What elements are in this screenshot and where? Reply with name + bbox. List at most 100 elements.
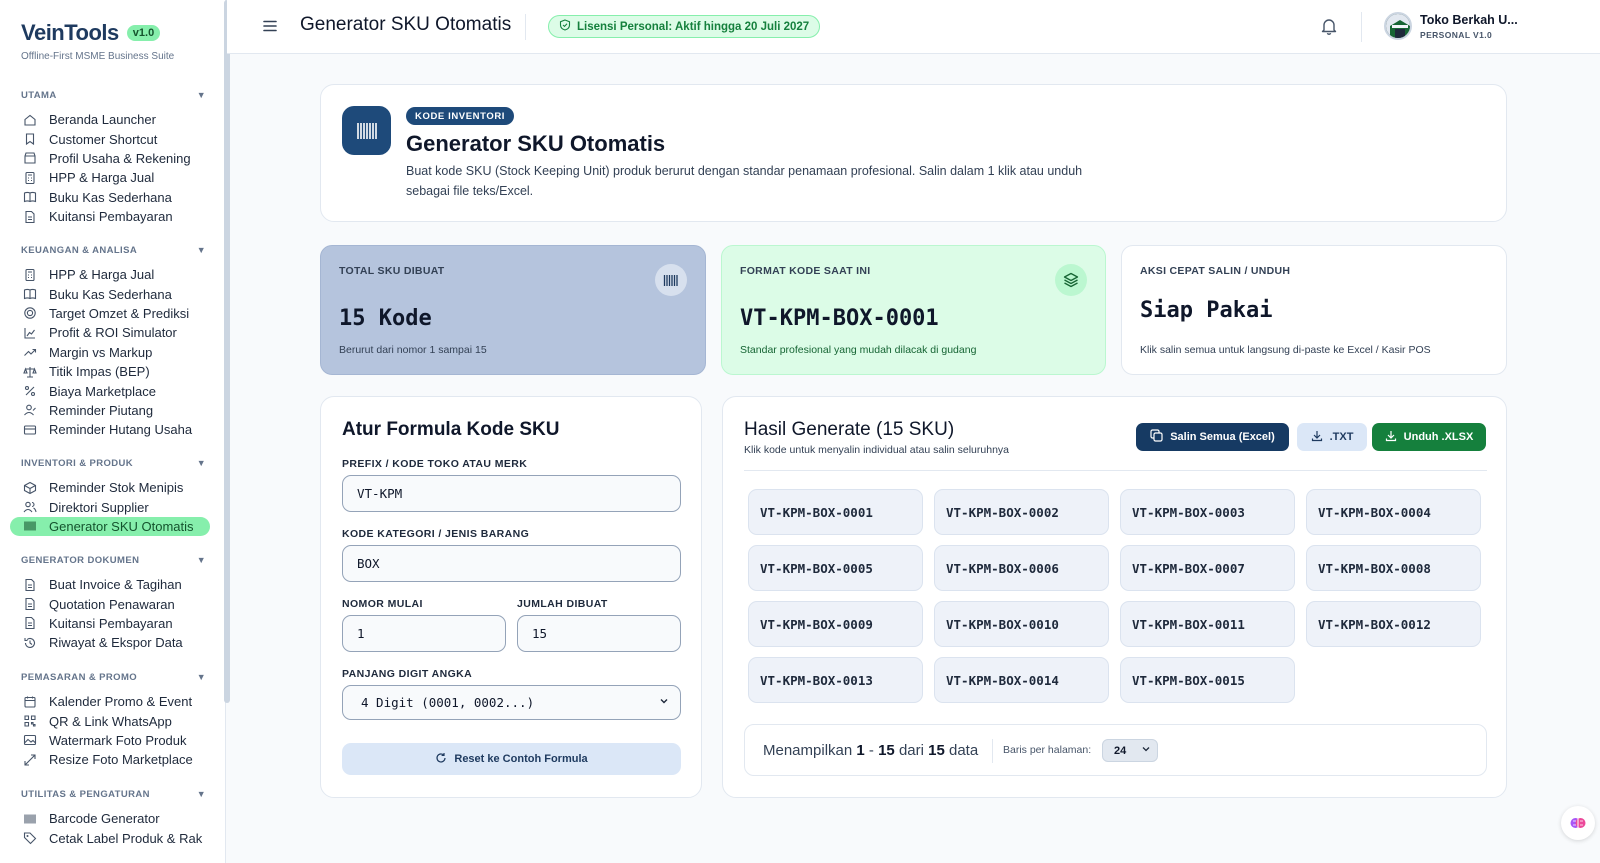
sidebar-item-qr-link-whatsapp[interactable]: QR & Link WhatsApp bbox=[21, 711, 206, 730]
sidebar-item-label: Kuitansi Pembayaran bbox=[49, 209, 173, 225]
sidebar-section-title: UTAMA bbox=[21, 89, 57, 101]
user-name[interactable]: Toko Berkah U... bbox=[1420, 13, 1518, 27]
sidebar-section-header[interactable]: UTAMA ▼ bbox=[21, 88, 206, 102]
sidebar-section-header[interactable]: KEUANGAN & ANALISA ▼ bbox=[21, 243, 206, 257]
digits-select-value: 4 Digit (0001, 0002...) bbox=[361, 695, 535, 710]
sidebar-item-buku-kas-sederhana[interactable]: Buku Kas Sederhana bbox=[21, 188, 206, 207]
sidebar-item-buat-invoice-tagihan[interactable]: Buat Invoice & Tagihan bbox=[21, 575, 206, 594]
sidebar-item-direktori-supplier[interactable]: Direktori Supplier bbox=[21, 497, 206, 516]
sidebar-item-profil-usaha-rekening[interactable]: Profil Usaha & Rekening bbox=[21, 149, 206, 168]
sku-chip[interactable]: VT-KPM-BOX-0006 bbox=[934, 545, 1109, 591]
sidebar-item-titik-impas-bep[interactable]: Titik Impas (BEP) bbox=[21, 362, 206, 381]
formula-card: Atur Formula Kode SKU PREFIX / KODE TOKO… bbox=[320, 396, 702, 798]
barcode-icon bbox=[23, 519, 37, 533]
stat-card-total: TOTAL SKU DIBUAT 15 Kode Berurut dari no… bbox=[320, 245, 706, 375]
sku-chip[interactable]: VT-KPM-BOX-0014 bbox=[934, 657, 1109, 703]
sku-chip[interactable]: VT-KPM-BOX-0011 bbox=[1120, 601, 1295, 647]
rows-per-page-select[interactable]: 24 bbox=[1102, 739, 1158, 762]
sidebar-item-barcode-generator[interactable]: Barcode Generator bbox=[21, 809, 206, 828]
barcode-icon bbox=[655, 264, 687, 296]
brand-name: VeinTools bbox=[21, 20, 119, 45]
sku-chip[interactable]: VT-KPM-BOX-0004 bbox=[1306, 489, 1481, 535]
sidebar-item-beranda-launcher[interactable]: Beranda Launcher bbox=[21, 110, 206, 129]
sidebar-item-reminder-piutang[interactable]: Reminder Piutang bbox=[21, 401, 206, 420]
sku-chip[interactable]: VT-KPM-BOX-0013 bbox=[748, 657, 923, 703]
sku-chip[interactable]: VT-KPM-BOX-0009 bbox=[748, 601, 923, 647]
sku-chip[interactable]: VT-KPM-BOX-0003 bbox=[1120, 489, 1295, 535]
sidebar-item-label: Customer Shortcut bbox=[49, 131, 158, 147]
sidebar-item-cetak-label-produk-rak[interactable]: Cetak Label Produk & Rak bbox=[21, 828, 206, 847]
sidebar-item-label: Quotation Penawaran bbox=[49, 596, 175, 612]
sidebar-item-hpp-harga-jual[interactable]: HPP & Harga Jual bbox=[21, 168, 206, 187]
download-xlsx-button[interactable]: Unduh .XLSX bbox=[1372, 423, 1486, 451]
sidebar-section-title: KEUANGAN & ANALISA bbox=[21, 244, 138, 256]
sidebar-item-resize-foto-marketplace[interactable]: Resize Foto Marketplace bbox=[21, 750, 206, 769]
stat-note: Standar profesional yang mudah dilacak d… bbox=[740, 344, 977, 356]
pagination-to: 15 bbox=[878, 742, 895, 759]
sku-chip[interactable]: VT-KPM-BOX-0002 bbox=[934, 489, 1109, 535]
sku-chip[interactable]: VT-KPM-BOX-0001 bbox=[748, 489, 923, 535]
sidebar-item-reminder-stok-menipis[interactable]: Reminder Stok Menipis bbox=[21, 478, 206, 497]
category-label: KODE KATEGORI / JENIS BARANG bbox=[342, 528, 530, 540]
sidebar-item-label: Biaya Marketplace bbox=[49, 383, 156, 399]
sidebar-item-customer-shortcut[interactable]: Customer Shortcut bbox=[21, 129, 206, 148]
sidebar-item-kuitansi-pembayaran[interactable]: Kuitansi Pembayaran bbox=[21, 614, 206, 633]
chevron-down-icon: ▼ bbox=[196, 90, 206, 100]
sidebar-item-margin-vs-markup[interactable]: Margin vs Markup bbox=[21, 343, 206, 362]
sidebar-section-title: GENERATOR DOKUMEN bbox=[21, 554, 140, 566]
bell-icon[interactable] bbox=[1319, 16, 1339, 36]
sku-chip[interactable]: VT-KPM-BOX-0007 bbox=[1120, 545, 1295, 591]
sidebar-item-label: Titik Impas (BEP) bbox=[49, 364, 150, 380]
sidebar-item-reminder-hutang-usaha[interactable]: Reminder Hutang Usaha bbox=[21, 420, 206, 439]
sidebar-section: INVENTORI & PRODUK ▼ Reminder Stok Menipis… bbox=[10, 456, 210, 537]
chart-icon bbox=[23, 326, 37, 340]
sidebar-item-kalender-promo-event[interactable]: Kalender Promo & Event bbox=[21, 692, 206, 711]
sidebar-item-riwayat-ekspor-data[interactable]: Riwayat & Ekspor Data bbox=[21, 633, 206, 652]
prefix-input[interactable]: VT-KPM bbox=[342, 475, 681, 512]
sidebar-item-buku-kas-sederhana[interactable]: Buku Kas Sederhana bbox=[21, 284, 206, 303]
sku-chip[interactable]: VT-KPM-BOX-0010 bbox=[934, 601, 1109, 647]
download-txt-button[interactable]: .TXT bbox=[1297, 423, 1367, 451]
sidebar-item-target-omzet-prediksi[interactable]: Target Omzet & Prediksi bbox=[21, 304, 206, 323]
sidebar-item-generator-sku-otomatis[interactable]: Generator SKU Otomatis bbox=[10, 516, 210, 537]
doc-icon bbox=[23, 616, 37, 630]
sidebar-section-header[interactable]: PEMASARAN & PROMO ▼ bbox=[21, 670, 206, 684]
divider bbox=[525, 14, 526, 40]
avatar[interactable] bbox=[1384, 12, 1412, 40]
sidebar-item-quotation-penawaran[interactable]: Quotation Penawaran bbox=[21, 594, 206, 613]
copy-all-button[interactable]: Salin Semua (Excel) bbox=[1136, 423, 1289, 451]
bookmark-icon bbox=[23, 132, 37, 146]
sidebar-section-header[interactable]: INVENTORI & PRODUK ▼ bbox=[21, 456, 206, 470]
sidebar-section: KEUANGAN & ANALISA ▼ HPP & Harga Jual Buku … bbox=[21, 243, 206, 440]
brain-icon[interactable] bbox=[1561, 806, 1595, 840]
download-icon bbox=[1385, 430, 1397, 445]
digits-select[interactable]: 4 Digit (0001, 0002...) bbox=[342, 685, 681, 720]
sidebar-item-watermark-foto-produk[interactable]: Watermark Foto Produk bbox=[21, 731, 206, 750]
sidebar-item-profit-roi-simulator[interactable]: Profit & ROI Simulator bbox=[21, 323, 206, 342]
sidebar-item-biaya-marketplace[interactable]: Biaya Marketplace bbox=[21, 381, 206, 400]
topbar: Generator SKU Otomatis Lisensi Personal:… bbox=[227, 0, 1600, 54]
sidebar-section-title: PEMASARAN & PROMO bbox=[21, 671, 138, 683]
sku-chip[interactable]: VT-KPM-BOX-0012 bbox=[1306, 601, 1481, 647]
sidebar-section-title: INVENTORI & PRODUK bbox=[21, 457, 134, 469]
sidebar-item-kuitansi-pembayaran[interactable]: Kuitansi Pembayaran bbox=[21, 207, 206, 226]
count-input[interactable]: 15 bbox=[517, 615, 681, 652]
sku-chip[interactable]: VT-KPM-BOX-0005 bbox=[748, 545, 923, 591]
sidebar-section-header[interactable]: GENERATOR DOKUMEN ▼ bbox=[21, 553, 206, 567]
menu-icon[interactable] bbox=[262, 18, 278, 34]
chevron-down-icon bbox=[658, 695, 670, 710]
sku-chip[interactable]: VT-KPM-BOX-0008 bbox=[1306, 545, 1481, 591]
sidebar-section: UTAMA ▼ Beranda Launcher Customer Shortcut P… bbox=[21, 88, 206, 226]
user-icon bbox=[23, 403, 37, 417]
sidebar-item-label: Barcode Generator bbox=[49, 811, 160, 827]
sidebar-scrollbar[interactable] bbox=[224, 0, 230, 703]
start-number-input[interactable]: 1 bbox=[342, 615, 506, 652]
trend-icon bbox=[23, 345, 37, 359]
sidebar-section-header[interactable]: UTILITAS & PENGATURAN ▼ bbox=[21, 787, 206, 801]
reset-button[interactable]: Reset ke Contoh Formula bbox=[342, 743, 681, 775]
sidebar-item-hpp-harga-jual[interactable]: HPP & Harga Jual bbox=[21, 265, 206, 284]
sku-chip[interactable]: VT-KPM-BOX-0015 bbox=[1120, 657, 1295, 703]
sidebar-section: GENERATOR DOKUMEN ▼ Buat Invoice & Tagihan… bbox=[21, 553, 206, 653]
sidebar-item-label: Reminder Piutang bbox=[49, 402, 154, 418]
category-input[interactable]: BOX bbox=[342, 545, 681, 582]
